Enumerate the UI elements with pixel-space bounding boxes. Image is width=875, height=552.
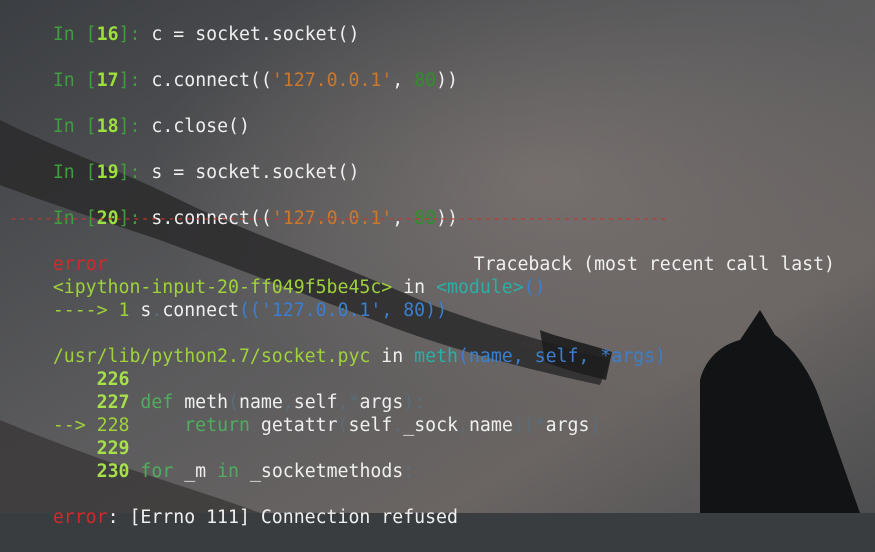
prompt-line-19: In [19]: s = socket.socket() [9, 138, 360, 183]
identifier: args [545, 415, 590, 436]
punctuation: : [403, 461, 415, 482]
prompt-number: 19 [96, 162, 119, 183]
traceback-separator: ----------------------------------------… [9, 210, 668, 227]
keyword: in [217, 461, 250, 482]
keyword: for [129, 461, 185, 482]
call-arguments: (('127.0.0.1', 80)) [238, 300, 448, 321]
prompt-line-20: In [20]: s.connect(('127.0.0.1', 80)) [9, 184, 458, 229]
source-line-230: 230 for _m in _socketmethods: [9, 437, 415, 482]
number-literal: 80 [414, 70, 437, 91]
punctuation: )(* [512, 415, 546, 436]
code-text: c = socket.socket() [151, 24, 360, 45]
traceback-call-line: ----> 1 s.connect(('127.0.0.1', 80)) [9, 276, 447, 321]
line-number: 230 [96, 461, 130, 482]
module-parens: () [523, 277, 546, 298]
prompt-bracket: [ [85, 116, 97, 137]
prompt-number: 18 [96, 116, 119, 137]
prompt-label: In [52, 162, 86, 183]
identifier: _sock [403, 415, 459, 436]
string-literal: '127.0.0.1' [271, 70, 393, 91]
source-line-226: 226 [9, 345, 130, 390]
method-name: meth [414, 346, 458, 367]
module-name: <module> [436, 277, 524, 298]
code-text: c.close() [151, 116, 250, 137]
prompt-line-17: In [17]: c.connect(('127.0.0.1', 80)) [9, 46, 458, 91]
punctuation: ( [337, 415, 349, 436]
method-signature: (name, self, *args) [457, 346, 667, 367]
prompt-bracket: [ [85, 70, 97, 91]
identifier: name [468, 415, 513, 436]
source-line-229: 229 [9, 414, 130, 459]
final-error-line: error: [Errno 111] Connection refused [9, 483, 458, 528]
identifier: _socketmethods [249, 461, 404, 482]
punctuation: . [392, 415, 404, 436]
keyword: return [129, 415, 261, 436]
traceback-header: error Traceback (most recent call last) [9, 230, 835, 275]
punctuation: ) [589, 415, 601, 436]
identifier: self [348, 415, 393, 436]
in-keyword: in [370, 346, 415, 367]
call-dot: . [151, 300, 163, 321]
code-text: s = socket.socket() [151, 162, 360, 183]
traceback-frame-input: <ipython-input-20-ff049f5be45c> in <modu… [9, 253, 546, 298]
prompt-bracket: ]: [118, 24, 152, 45]
source-line-228: --> 228 return getattr(self._sock,name)(… [9, 391, 601, 436]
prompt-number: 16 [96, 24, 119, 45]
source-line-227: 227 def meth(name,self,*args): [9, 368, 426, 413]
prompt-label: In [52, 24, 86, 45]
error-name: error [52, 507, 108, 528]
prompt-line-18: In [18]: c.close() [9, 92, 250, 137]
traceback-frame-file: /usr/lib/python2.7/socket.pyc in meth(na… [9, 322, 666, 367]
line-prefix [53, 461, 97, 482]
arrow-marker: ----> 1 [52, 300, 141, 321]
call-function: connect [162, 300, 239, 321]
prompt-bracket: ]: [118, 70, 152, 91]
prompt-line-16: In [16]: c = socket.socket() [9, 0, 360, 45]
prompt-bracket: [ [85, 162, 97, 183]
prompt-number: 17 [96, 70, 119, 91]
prompt-bracket: [ [85, 24, 97, 45]
prompt-label: In [52, 70, 86, 91]
call-object: s [140, 300, 152, 321]
prompt-label: In [52, 116, 86, 137]
prompt-bracket: ]: [118, 162, 152, 183]
prompt-bracket: ]: [118, 116, 152, 137]
punctuation: , [458, 415, 469, 436]
identifier: getattr [260, 415, 338, 436]
code-text: , [392, 70, 415, 91]
code-text: c.connect(( [151, 70, 272, 91]
code-text: )) [436, 70, 459, 91]
error-message: : [Errno 111] Connection refused [107, 507, 458, 528]
identifier: _m [184, 461, 218, 482]
